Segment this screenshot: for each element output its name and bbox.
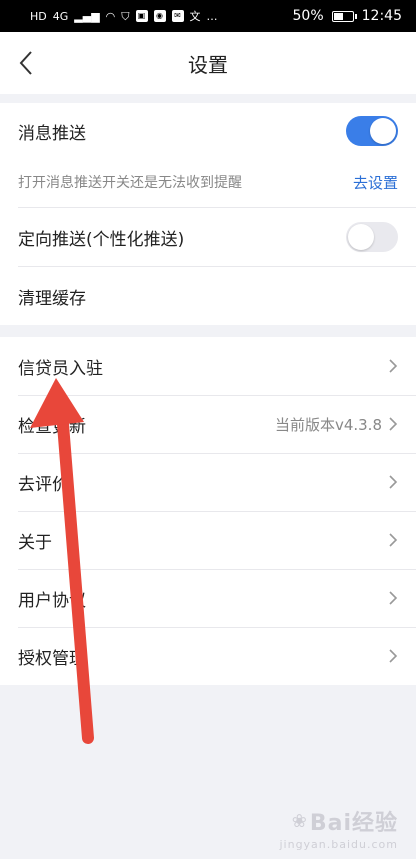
watermark-subtext: jingyan.baidu.com (279, 838, 398, 851)
signal-icon: ▂▄▆ (74, 9, 100, 23)
targeted-push-row: 定向推送(个性化推送) (0, 208, 416, 266)
chevron-left-icon (19, 51, 32, 75)
push-hint-text: 打开消息推送开关还是无法收到提醒 (18, 175, 242, 191)
more-icon: … (206, 9, 218, 23)
about-label: 关于 (18, 532, 52, 553)
rate-app-row[interactable]: 去评价 (0, 453, 416, 511)
toggle-knob (370, 118, 396, 144)
app-icon: ◉ (153, 10, 166, 22)
about-row[interactable]: 关于 (0, 511, 416, 569)
chevron-right-icon (389, 649, 398, 663)
status-icons: HD 4G ▂▄▆ ◠ ⛉ ▣ ◉ ✉ 文 … (30, 10, 218, 22)
version-text: 当前版本v4.3.8 (274, 415, 382, 434)
chevron-right-icon (389, 417, 398, 431)
push-notification-label: 消息推送 (18, 123, 86, 144)
user-agreement-row[interactable]: 用户协议 (0, 569, 416, 627)
loan-officer-join-row[interactable]: 信贷员入驻 (0, 337, 416, 395)
push-notification-row: 消息推送 (0, 103, 416, 159)
authorization-management-label: 授权管理 (18, 648, 86, 669)
chevron-right-icon (389, 591, 398, 605)
wifi-icon: ◠ (105, 9, 116, 23)
battery-icon (331, 10, 357, 22)
battery-percent: 50% (292, 8, 324, 24)
targeted-push-toggle[interactable] (346, 222, 398, 252)
authorization-management-row[interactable]: 授权管理 (0, 627, 416, 685)
toggle-knob (348, 224, 374, 250)
chevron-right-icon (389, 359, 398, 373)
mail-icon: ✉ (171, 10, 184, 22)
rate-app-label: 去评价 (18, 474, 69, 495)
network-4g-icon: 4G (52, 9, 69, 23)
back-button[interactable] (8, 44, 44, 82)
push-hint-row: 打开消息推送开关还是无法收到提醒 去设置 (0, 159, 416, 205)
user-agreement-label: 用户协议 (18, 590, 86, 611)
chevron-right-icon (389, 533, 398, 547)
clock: 12:45 (361, 8, 402, 24)
paw-icon: ❀ (291, 810, 308, 832)
status-bar: HD 4G ▂▄▆ ◠ ⛉ ▣ ◉ ✉ 文 … 50% 12:45 (0, 0, 416, 32)
push-notification-toggle[interactable] (346, 116, 398, 146)
check-update-row[interactable]: 检查更新 当前版本v4.3.8 (0, 395, 416, 453)
nav-bar: 设置 (0, 32, 416, 94)
page-title: 设置 (188, 52, 228, 77)
hd-icon: HD (30, 9, 47, 23)
targeted-push-label: 定向推送(个性化推送) (18, 229, 185, 250)
clear-cache-row[interactable]: 清理缓存 (0, 267, 416, 325)
general-settings-group: 信贷员入驻 检查更新 当前版本v4.3.8 去评价 关于 用户协议 授权管理 (0, 337, 416, 685)
text-icon: 文 (189, 9, 201, 23)
go-settings-link[interactable]: 去设置 (353, 172, 398, 193)
check-update-label: 检查更新 (18, 416, 86, 437)
watermark-text: Bai经验 (309, 811, 398, 836)
app-icon: ▣ (135, 10, 148, 22)
chevron-right-icon (389, 475, 398, 489)
notification-settings-group: 消息推送 打开消息推送开关还是无法收到提醒 去设置 定向推送(个性化推送) 清理… (0, 103, 416, 325)
clear-cache-label: 清理缓存 (18, 288, 86, 309)
baidu-watermark: ❀ Bai经验 jingyan.baidu.com (279, 805, 398, 852)
loan-officer-join-label: 信贷员入驻 (18, 358, 103, 379)
shield-icon: ⛉ (121, 9, 130, 23)
